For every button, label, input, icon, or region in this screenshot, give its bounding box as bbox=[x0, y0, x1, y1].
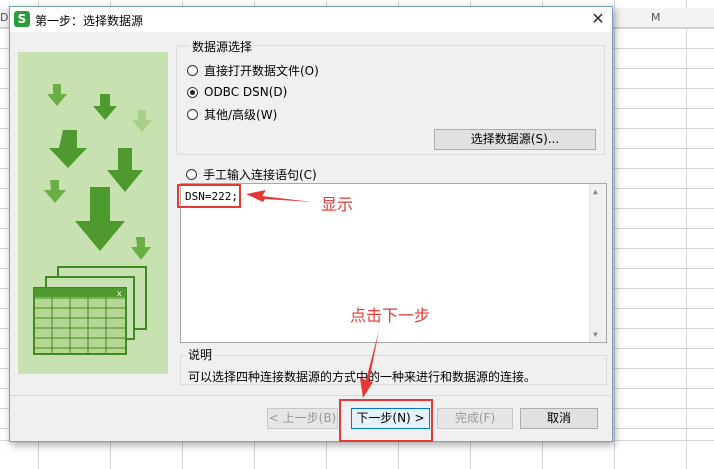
annotation-show-label: 显示 bbox=[321, 195, 354, 214]
arrow-to-next-button-icon bbox=[360, 330, 379, 398]
arrow-to-connection-string-icon bbox=[246, 190, 312, 202]
annotation-next-label: 点击下一步 bbox=[350, 306, 431, 325]
annotation-arrows bbox=[246, 190, 379, 398]
